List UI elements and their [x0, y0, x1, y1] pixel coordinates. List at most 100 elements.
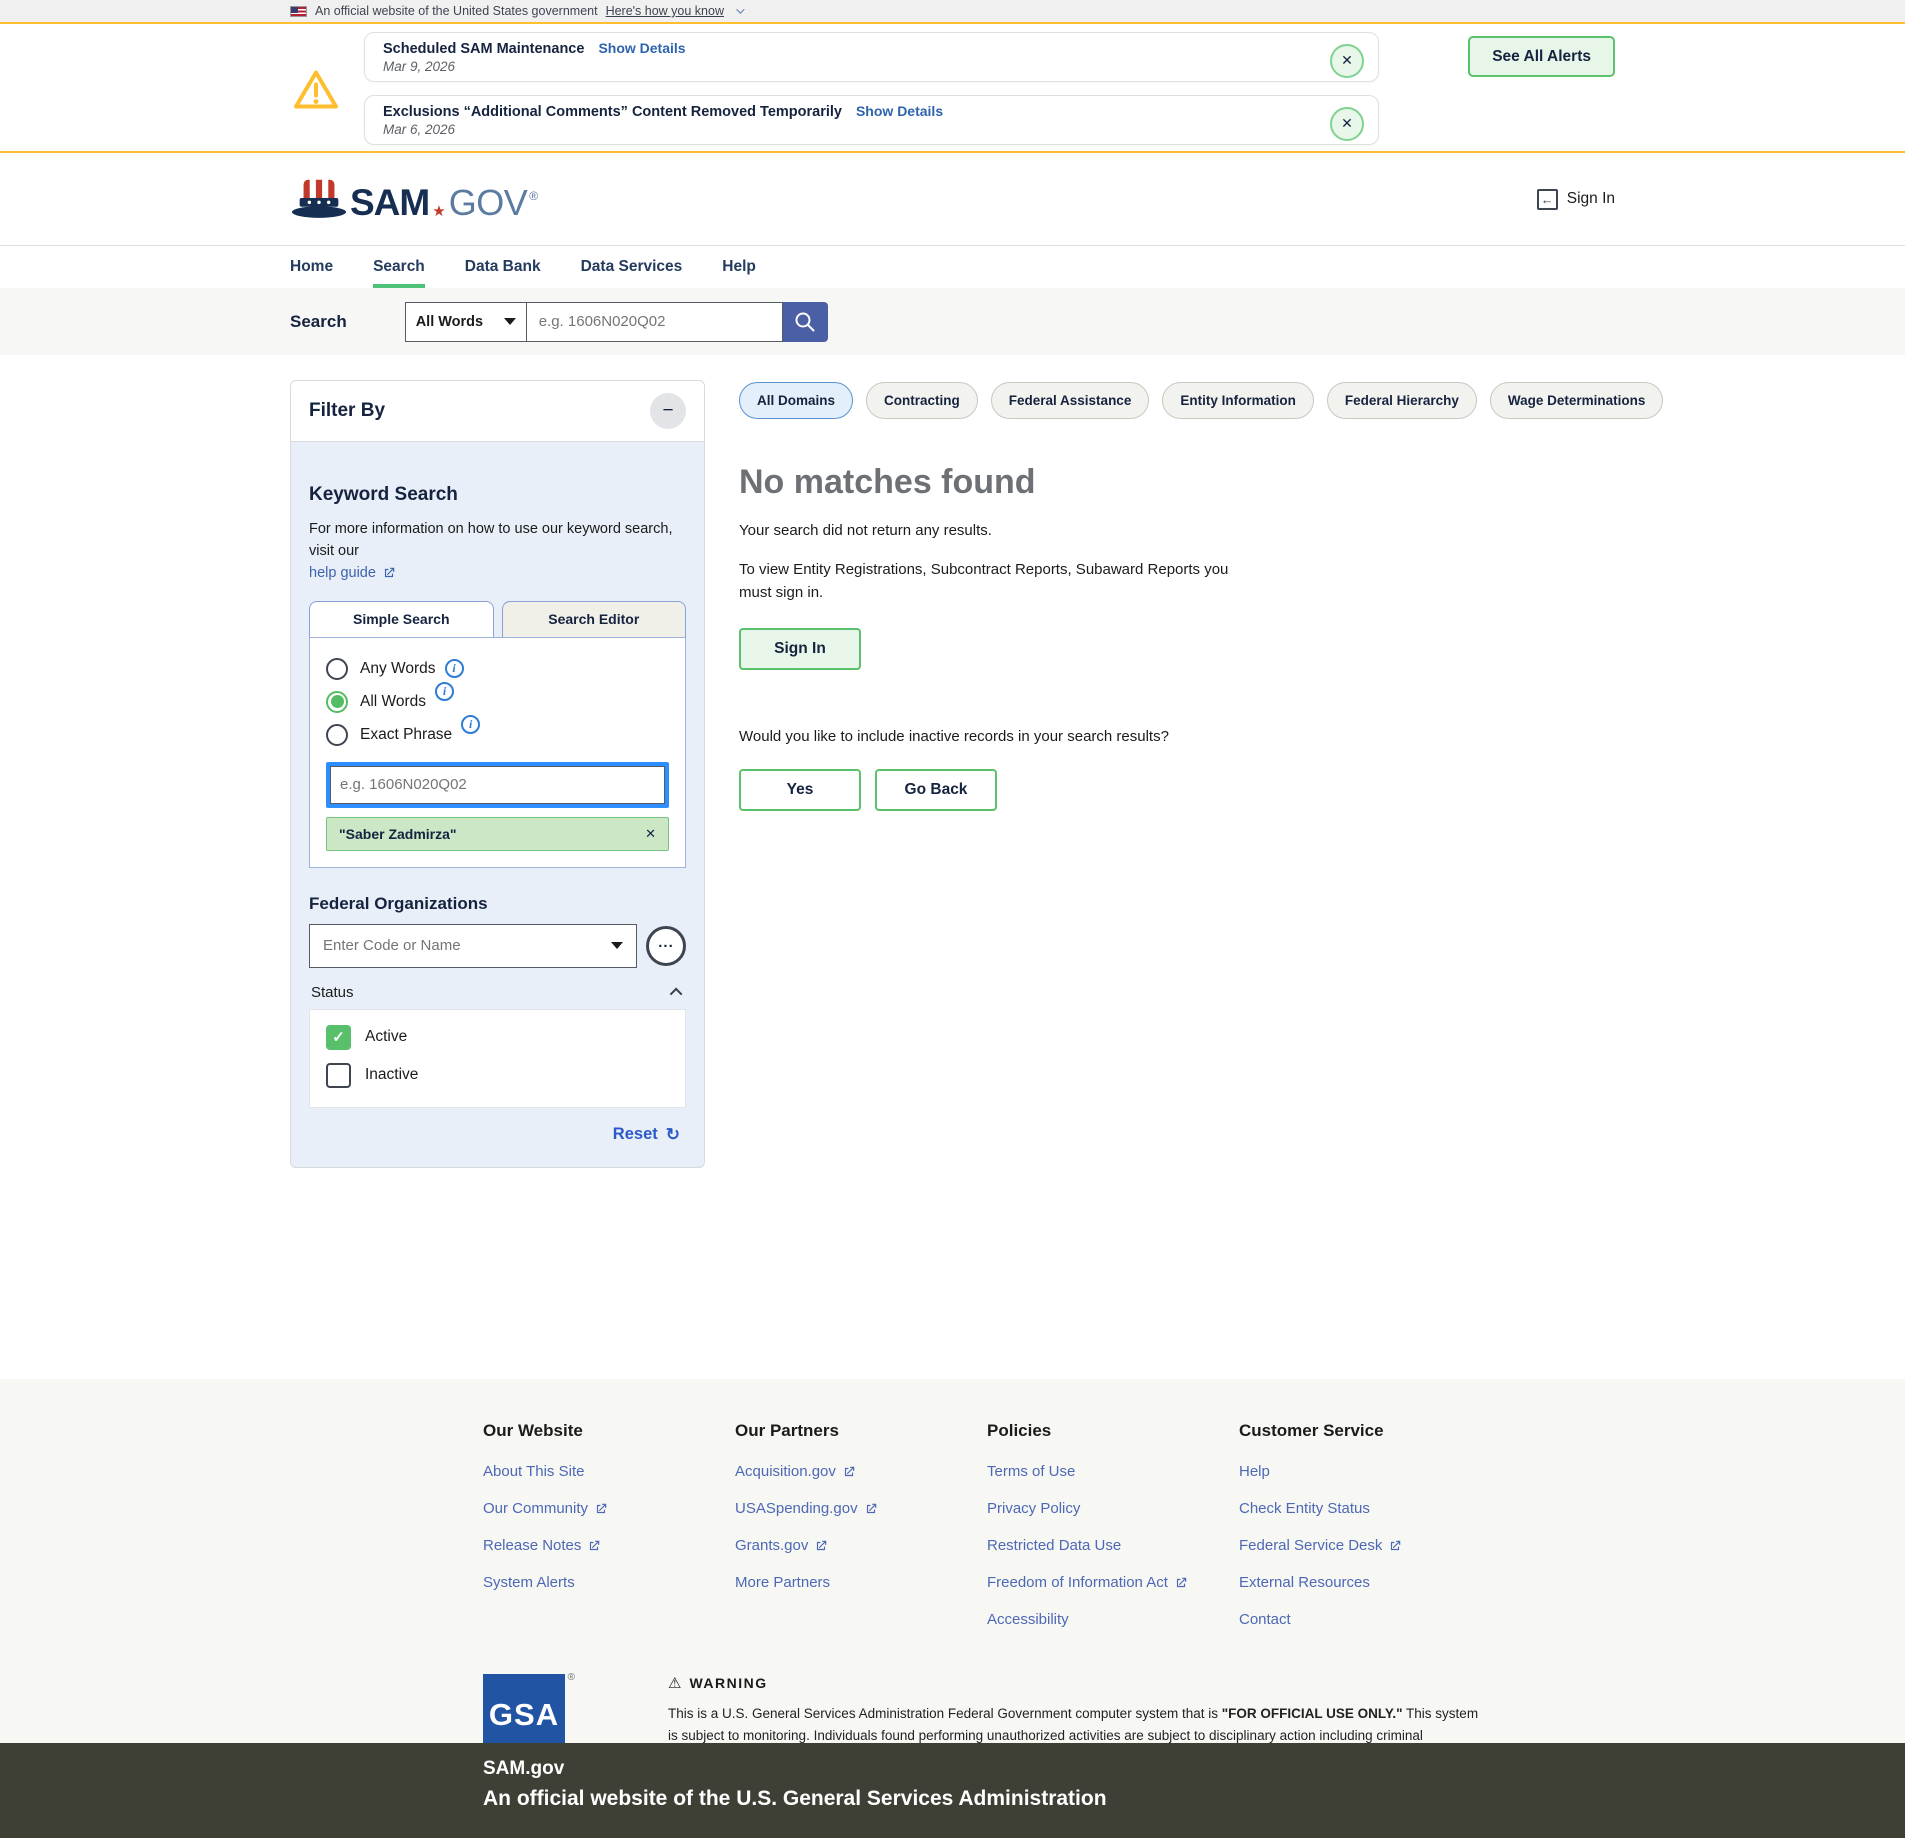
filter-by-title: Filter By	[309, 400, 385, 422]
info-icon[interactable]: i	[435, 682, 454, 701]
footer-heading-customer-service: Customer Service	[1239, 1421, 1491, 1441]
site-header: SAM ★ GOV ® ← Sign In	[0, 153, 1905, 245]
checkbox-inactive[interactable]	[326, 1063, 351, 1088]
yes-button[interactable]: Yes	[739, 769, 861, 811]
how-you-know-link[interactable]: Here's how you know	[606, 4, 724, 18]
footer-link-more-partners[interactable]: More Partners	[735, 1574, 987, 1591]
search-button[interactable]	[783, 302, 828, 342]
alert-close-button[interactable]: ✕	[1330, 107, 1364, 141]
alert-title: Scheduled SAM Maintenance	[383, 41, 584, 57]
show-details-link[interactable]: Show Details	[856, 103, 943, 119]
domain-pill-federal-assistance[interactable]: Federal Assistance	[991, 382, 1150, 419]
footer-link-external-resources[interactable]: External Resources	[1239, 1574, 1491, 1591]
chevron-down-icon	[736, 5, 744, 13]
domain-pill-contracting[interactable]: Contracting	[866, 382, 978, 419]
see-all-alerts-button[interactable]: See All Alerts	[1468, 36, 1615, 77]
go-back-button[interactable]: Go Back	[875, 769, 997, 811]
nav-item-data-bank[interactable]: Data Bank	[465, 246, 541, 288]
footer-link-release-notes[interactable]: Release Notes	[483, 1537, 735, 1554]
logo-sam-text: SAM	[350, 184, 429, 221]
search-band-label: Search	[290, 312, 347, 332]
keyword-tag: "Saber Zadmirza" ✕	[326, 817, 669, 851]
alert-title: Exclusions “Additional Comments” Content…	[383, 104, 842, 120]
us-flag-icon	[290, 6, 307, 17]
footer-link-restricted-data-use[interactable]: Restricted Data Use	[987, 1537, 1239, 1554]
sign-in-required-text: To view Entity Registrations, Subcontrac…	[739, 559, 1239, 604]
main-nav: Home Search Data Bank Data Services Help	[0, 245, 1905, 288]
warning-icon: ⚠	[668, 1674, 681, 1692]
uncle-sam-hat-icon	[290, 177, 348, 221]
warning-triangle-icon	[292, 34, 340, 145]
alert-date: Mar 6, 2026	[383, 122, 1330, 137]
chevron-up-icon[interactable]	[670, 987, 683, 1000]
external-link-icon	[594, 1502, 608, 1516]
collapse-filters-button[interactable]: −	[650, 393, 686, 429]
search-band: Search All Words	[0, 288, 1905, 355]
info-icon[interactable]: i	[445, 659, 464, 678]
keyword-search-heading: Keyword Search	[309, 484, 686, 506]
radio-exact-phrase[interactable]	[326, 724, 348, 746]
keyword-input[interactable]	[330, 766, 665, 804]
no-results-text: Your search did not return any results.	[739, 522, 1663, 539]
reset-link[interactable]: Reset	[613, 1125, 658, 1144]
more-organizations-button[interactable]: ...	[646, 926, 686, 966]
domain-pill-federal-hierarchy[interactable]: Federal Hierarchy	[1327, 382, 1477, 419]
footer-link-foia[interactable]: Freedom of Information Act	[987, 1574, 1239, 1591]
federal-organizations-heading: Federal Organizations	[309, 894, 686, 914]
nav-item-data-services[interactable]: Data Services	[581, 246, 683, 288]
footer-link-accessibility[interactable]: Accessibility	[987, 1611, 1239, 1628]
gsa-logo: GSA ®	[483, 1674, 565, 1743]
sign-in-link[interactable]: ← Sign In	[1537, 189, 1615, 210]
login-icon: ←	[1537, 189, 1558, 210]
dark-footer-subtitle: An official website of the U.S. General …	[483, 1787, 1615, 1811]
results-column: All Domains Contracting Federal Assistan…	[739, 382, 1663, 1168]
show-details-link[interactable]: Show Details	[598, 40, 685, 56]
footer-link-usaspending-gov[interactable]: USASpending.gov	[735, 1500, 987, 1517]
footer-link-check-entity-status[interactable]: Check Entity Status	[1239, 1500, 1491, 1517]
footer-link-about-this-site[interactable]: About This Site	[483, 1463, 735, 1480]
radio-all-words[interactable]	[326, 691, 348, 713]
search-mode-select[interactable]: All Words	[405, 302, 527, 342]
footer-link-federal-service-desk[interactable]: Federal Service Desk	[1239, 1537, 1491, 1554]
alert-close-button[interactable]: ✕	[1330, 44, 1364, 78]
alert-card: Scheduled SAM Maintenance Show Details M…	[364, 32, 1379, 82]
federal-organizations-select[interactable]: Enter Code or Name	[309, 924, 637, 968]
footer-heading-our-partners: Our Partners	[735, 1421, 987, 1441]
help-guide-link[interactable]: help guide	[309, 565, 376, 581]
nav-item-home[interactable]: Home	[290, 246, 333, 288]
alerts-section: Scheduled SAM Maintenance Show Details M…	[0, 24, 1905, 153]
external-link-icon	[1388, 1539, 1402, 1553]
footer-link-contact[interactable]: Contact	[1239, 1611, 1491, 1628]
alert-card: Exclusions “Additional Comments” Content…	[364, 95, 1379, 145]
external-link-icon	[864, 1502, 878, 1516]
footer-link-grants-gov[interactable]: Grants.gov	[735, 1537, 987, 1554]
domain-pill-entity-information[interactable]: Entity Information	[1162, 382, 1314, 419]
domain-pill-all-domains[interactable]: All Domains	[739, 382, 853, 419]
tab-simple-search[interactable]: Simple Search	[309, 601, 494, 637]
search-input[interactable]	[527, 302, 783, 342]
footer-link-acquisition-gov[interactable]: Acquisition.gov	[735, 1463, 987, 1480]
nav-item-search[interactable]: Search	[373, 246, 425, 288]
footer-link-system-alerts[interactable]: System Alerts	[483, 1574, 735, 1591]
footer-heading-policies: Policies	[987, 1421, 1239, 1441]
tab-search-editor[interactable]: Search Editor	[502, 601, 687, 637]
footer-link-help[interactable]: Help	[1239, 1463, 1491, 1480]
checkbox-active[interactable]: ✓	[326, 1025, 351, 1050]
radio-any-words[interactable]	[326, 658, 348, 680]
site-footer: Our Website About This Site Our Communit…	[0, 1379, 1905, 1743]
external-link-icon	[587, 1539, 601, 1553]
keyword-input-focus-ring	[326, 762, 669, 808]
warning-paragraph-1: This is a U.S. General Services Administ…	[668, 1703, 1488, 1743]
footer-link-terms-of-use[interactable]: Terms of Use	[987, 1463, 1239, 1480]
footer-link-our-community[interactable]: Our Community	[483, 1500, 735, 1517]
simple-search-box: Any Words i All Words i Exact Phrase i	[309, 637, 686, 868]
footer-link-privacy-policy[interactable]: Privacy Policy	[987, 1500, 1239, 1517]
external-link-icon	[842, 1465, 856, 1479]
sign-in-button[interactable]: Sign In	[739, 628, 861, 670]
domain-pill-wage-determinations[interactable]: Wage Determinations	[1490, 382, 1664, 419]
main-area: Filter By − Keyword Search For more info…	[0, 355, 1905, 1379]
sam-gov-logo[interactable]: SAM ★ GOV ®	[290, 177, 538, 221]
nav-item-help[interactable]: Help	[722, 246, 756, 288]
remove-tag-icon[interactable]: ✕	[645, 826, 656, 842]
info-icon[interactable]: i	[461, 715, 480, 734]
